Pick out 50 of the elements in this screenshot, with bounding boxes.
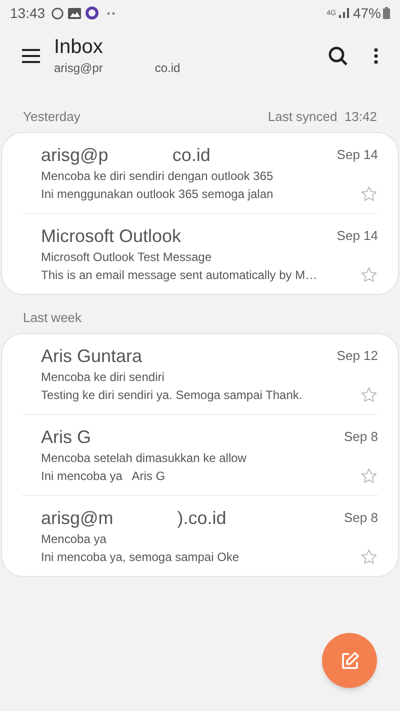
message-row[interactable]: arisg@m ).co.id Mencoba ya Ini mencoba ya, semoga sampai Oke Sep 8 (41, 506, 378, 566)
message-date: Sep 8 (344, 428, 378, 446)
message-preview: Testing ke diri sendiri ya. Semoga sampai Thank. (41, 387, 304, 404)
compose-button[interactable] (322, 633, 377, 688)
message-row[interactable]: Microsoft Outlook Microsoft Outlook Test Message This is an email message sent automatically by M… Sep 14 (41, 224, 378, 284)
star-icon[interactable] (360, 386, 378, 404)
sync-note: Last synced 13:42 (268, 108, 377, 126)
star-icon[interactable] (360, 548, 378, 566)
message-preview: Ini mencoba ya Aris G (41, 468, 166, 485)
battery-percent: 47% (352, 4, 381, 22)
message-preview: Ini mencoba ya, semoga sampai Oke (41, 549, 240, 566)
account-email: co.id (154, 60, 180, 77)
star-icon[interactable] (360, 467, 378, 485)
message-subject: Mencoba ya (41, 531, 108, 548)
message-date: Sep 12 (336, 347, 378, 365)
message-subject: Mencoba setelah dimasukkan ke allow (41, 450, 248, 467)
compose-icon (340, 650, 360, 670)
star-icon[interactable] (360, 266, 378, 284)
image-icon (68, 8, 82, 18)
more-dots-icon (107, 12, 116, 14)
sender-name: Aris Guntara (41, 345, 142, 368)
ring-icon (85, 6, 100, 20)
account-email: arisg@pr (54, 60, 103, 77)
sender-name: arisg@m (41, 507, 114, 530)
message-subject: Microsoft Outlook Test Message (41, 249, 213, 266)
sender-name: Aris G (41, 426, 92, 449)
message-preview: Ini menggunakan outlook 365 semoga jalan (41, 186, 274, 203)
menu-icon[interactable] (22, 49, 40, 63)
star-icon[interactable] (360, 185, 378, 203)
message-date: Sep 8 (344, 509, 378, 527)
message-date: Sep 14 (336, 146, 378, 164)
message-row[interactable]: arisg@p co.id Mencoba ke diri sendiri dengan outlook 365 Ini menggunakan outlook 365 semoga jalan Sep 14 (41, 143, 378, 203)
section-label: Last week (23, 309, 82, 328)
search-icon[interactable] (328, 46, 348, 66)
signal-icon (338, 8, 349, 18)
message-preview: This is an email message sent automatically by M… (41, 267, 318, 284)
sender-name: arisg@p (41, 144, 108, 167)
battery-icon (383, 7, 390, 19)
section-label: Yesterday (23, 108, 80, 126)
sender-name: Microsoft Outlook (41, 225, 182, 248)
message-subject: Mencoba ke diri sendiri (41, 369, 166, 386)
sender-name: ).co.id (177, 507, 226, 530)
status-time: 13:43 (10, 4, 46, 22)
message-subject: Mencoba ke diri sendiri dengan outlook 365 (41, 168, 274, 185)
message-row[interactable]: Aris Guntara Mencoba ke diri sendiri Testing ke diri sendiri ya. Semoga sampai Thank. Sep 12 (41, 344, 378, 404)
message-date: Sep 14 (336, 227, 378, 245)
more-options-icon[interactable] (374, 48, 378, 64)
sender-name: co.id (172, 144, 210, 167)
message-row[interactable]: Aris G Mencoba setelah dimasukkan ke allow Ini mencoba ya Aris G Sep 8 (41, 425, 378, 485)
inbox-title: Inbox (54, 35, 104, 59)
